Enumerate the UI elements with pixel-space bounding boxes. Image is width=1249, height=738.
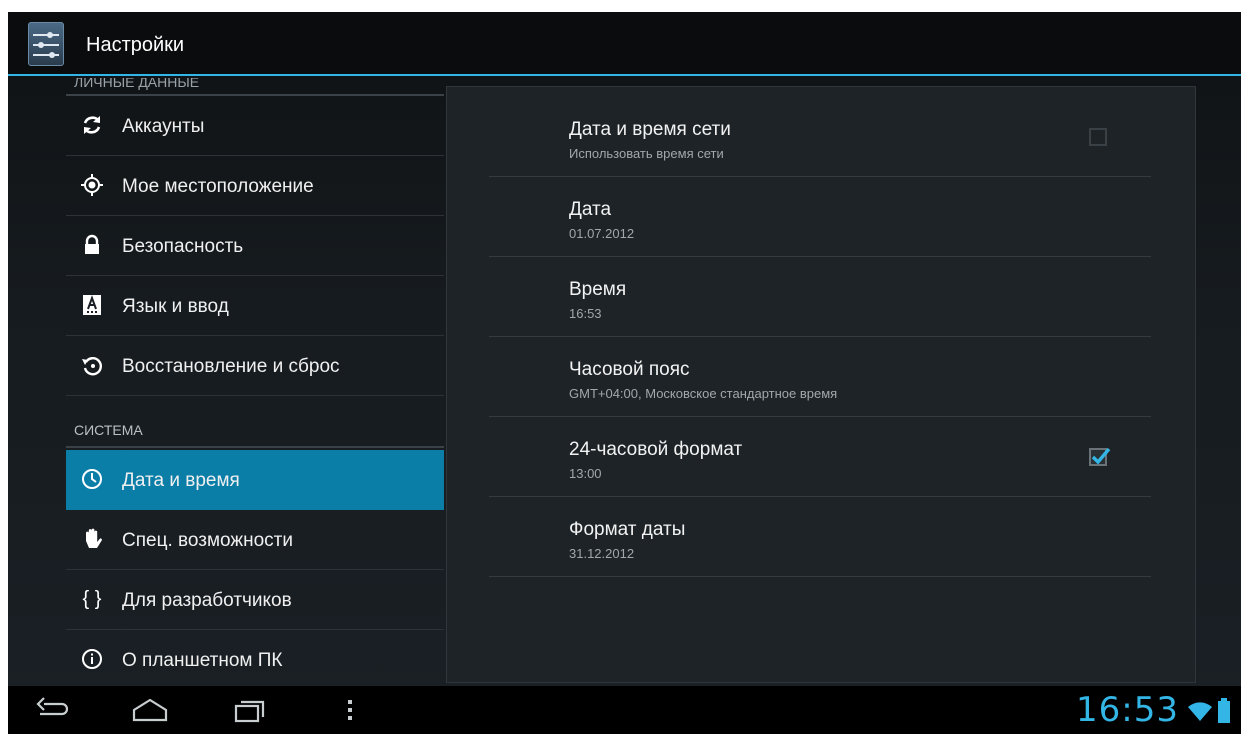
setting-summary: 01.07.2012	[569, 226, 635, 241]
setting-title: Дата и время сети	[569, 119, 731, 140]
app-title: Настройки	[86, 34, 185, 56]
setting-title: Формат даты	[569, 519, 686, 540]
setting-time-zone[interactable]: Часовой пояс GMT+04:00, Московское станд…	[489, 337, 1151, 417]
menu-button[interactable]	[330, 696, 370, 724]
settings-app-icon[interactable]	[28, 22, 64, 66]
clock-icon	[80, 467, 104, 491]
recent-apps-icon	[234, 700, 265, 723]
status-clock: 16:53	[1076, 690, 1179, 730]
sidebar-item-accounts[interactable]: Аккаунты	[66, 96, 444, 156]
lock-icon	[80, 233, 104, 257]
setting-date-format[interactable]: Формат даты 31.12.2012	[489, 497, 1151, 577]
setting-summary: GMT+04:00, Московское стандартное время	[569, 386, 838, 401]
braces-icon: { }	[82, 588, 102, 610]
action-bar: Настройки	[8, 12, 1241, 76]
setting-title: 24-часовой формат	[569, 439, 743, 460]
setting-title: Часовой пояс	[569, 359, 690, 380]
date-time-settings-panel: Дата и время сети Использовать время сет…	[446, 86, 1196, 683]
overflow-menu-icon	[348, 700, 352, 720]
sidebar-item-accessibility[interactable]: Спец. возможности	[66, 510, 444, 570]
restore-icon	[80, 353, 104, 377]
sidebar-item-security[interactable]: Безопасность	[66, 216, 444, 276]
network-time-checkbox[interactable]	[1089, 128, 1107, 146]
sidebar-item-label: О планшетном ПК	[122, 650, 283, 671]
setting-24-hour-format[interactable]: 24-часовой формат 13:00	[489, 417, 1151, 497]
setting-summary: 13:00	[569, 466, 602, 481]
sidebar-item-language[interactable]: Язык и ввод	[66, 276, 444, 336]
sidebar-item-location[interactable]: Мое местоположение	[66, 156, 444, 216]
setting-title: Дата	[569, 199, 612, 220]
setting-summary: 16:53	[569, 306, 602, 321]
home-button[interactable]	[130, 696, 170, 724]
battery-icon	[1217, 698, 1231, 729]
setting-time[interactable]: Время 16:53	[489, 257, 1151, 337]
setting-summary: 31.12.2012	[569, 546, 635, 561]
sidebar-item-backup-reset[interactable]: Восстановление и сброс	[66, 336, 444, 396]
sidebar-item-label: Восстановление и сброс	[122, 356, 340, 377]
sidebar-item-label: Дата и время	[122, 470, 240, 491]
info-icon	[80, 647, 104, 671]
back-icon	[36, 697, 69, 716]
checkmark-icon	[1091, 447, 1111, 465]
sidebar-item-label: Язык и ввод	[122, 296, 229, 317]
location-icon	[80, 173, 104, 197]
setting-network-time[interactable]: Дата и время сети Использовать время сет…	[489, 97, 1151, 177]
system-navigation-bar: 16:53	[8, 686, 1241, 734]
sync-icon	[80, 113, 104, 137]
sidebar-item-developer-options[interactable]: { } Для разработчиков	[66, 570, 444, 630]
setting-date[interactable]: Дата 01.07.2012	[489, 177, 1151, 257]
recent-apps-button[interactable]	[230, 696, 270, 724]
sidebar-item-label: Для разработчиков	[122, 590, 292, 611]
setting-summary: Использовать время сети	[569, 146, 724, 161]
24-hour-format-checkbox[interactable]	[1089, 447, 1111, 466]
sidebar-item-label: Мое местоположение	[122, 176, 314, 197]
sidebar-item-label: Спец. возможности	[122, 530, 293, 551]
section-header-personal: ЛИЧНЫЕ ДАННЫЕ	[66, 78, 444, 96]
wifi-icon	[1187, 700, 1213, 727]
hand-icon	[80, 527, 104, 551]
back-button[interactable]	[32, 696, 72, 724]
language-icon	[80, 293, 104, 317]
sidebar-item-label: Аккаунты	[122, 116, 205, 137]
tablet-screen: Настройки ЛИЧНЫЕ ДАННЫЕ Аккаунты Мое мес…	[8, 12, 1241, 734]
sidebar-item-date-time[interactable]: Дата и время	[66, 450, 444, 510]
home-icon	[132, 698, 168, 722]
sidebar-item-label: Безопасность	[122, 236, 244, 257]
settings-category-list[interactable]: ЛИЧНЫЕ ДАННЫЕ Аккаунты Мое местоположени…	[66, 78, 444, 686]
sidebar-item-about-tablet[interactable]: О планшетном ПК	[66, 630, 444, 686]
section-header-system: СИСТЕМА	[66, 412, 444, 448]
setting-title: Время	[569, 279, 627, 300]
